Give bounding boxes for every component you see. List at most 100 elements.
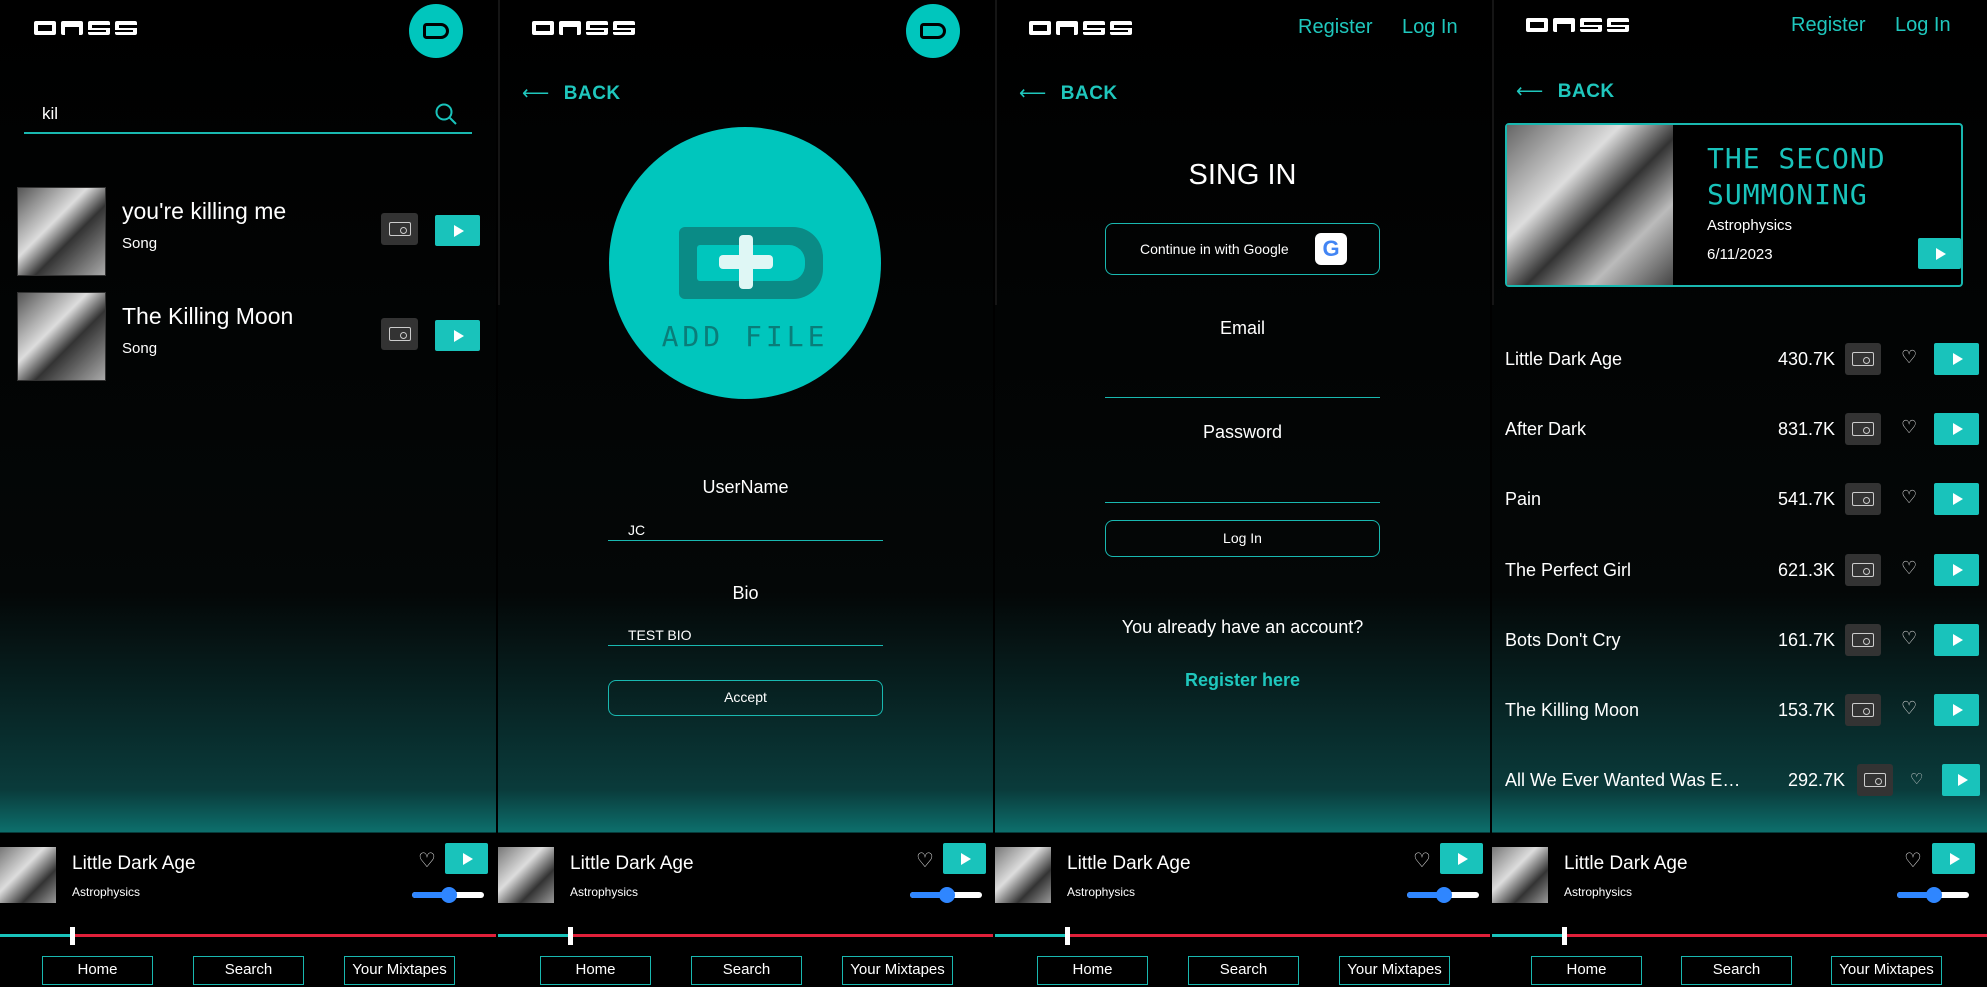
play-button[interactable]	[435, 320, 480, 351]
heart-icon[interactable]: ♡	[1910, 770, 1923, 788]
play-button[interactable]	[1934, 413, 1979, 445]
track-row[interactable]: After Dark 831.7K ♡	[1505, 409, 1985, 449]
track-row[interactable]: All We Ever Wanted Was Ev··· 292.7K ♡	[1505, 760, 1985, 800]
nav-mixtapes[interactable]: Your Mixtapes	[1831, 956, 1942, 985]
play-pause-button[interactable]	[1932, 843, 1975, 874]
progress-bar[interactable]	[498, 927, 993, 945]
search-input[interactable]	[42, 104, 402, 124]
nav-mixtapes[interactable]: Your Mixtapes	[344, 956, 455, 985]
play-button[interactable]	[1934, 343, 1979, 375]
add-to-mixtape-button[interactable]	[1845, 554, 1881, 586]
nav-search[interactable]: Search	[193, 956, 304, 985]
heart-icon[interactable]: ♡	[1901, 347, 1917, 368]
add-to-mixtape-button[interactable]	[1845, 483, 1881, 515]
play-pause-button[interactable]	[1440, 843, 1483, 874]
progress-bar[interactable]	[1492, 927, 1987, 945]
track-row[interactable]: The Killing Moon 153.7K ♡	[1505, 690, 1985, 730]
heart-icon[interactable]: ♡	[1901, 487, 1917, 508]
login-link[interactable]: Log In	[1895, 14, 1951, 37]
play-button[interactable]	[1942, 764, 1980, 796]
volume-slider[interactable]	[1407, 887, 1479, 903]
dass-logo[interactable]	[532, 18, 636, 38]
add-to-mixtape-button[interactable]	[1857, 764, 1893, 796]
search-bar[interactable]	[24, 98, 472, 134]
heart-icon[interactable]: ♡	[1413, 848, 1431, 873]
nav-home[interactable]: Home	[1531, 956, 1642, 985]
register-link[interactable]: Register	[1791, 14, 1865, 37]
profile-icon	[423, 23, 449, 39]
search-icon[interactable]	[434, 102, 458, 126]
heart-icon[interactable]: ♡	[1901, 698, 1917, 719]
nav-home[interactable]: Home	[42, 956, 153, 985]
google-signin-button[interactable]: Continue in with Google G	[1105, 223, 1380, 275]
bio-field[interactable]: TEST BIO	[628, 627, 692, 643]
now-playing-title: Little Dark Age	[1564, 853, 1688, 874]
search-result[interactable]: The Killing Moon Song	[17, 292, 487, 384]
add-to-mixtape-button[interactable]	[381, 318, 418, 350]
cassette-icon	[1852, 492, 1874, 506]
login-button[interactable]: Log In	[1105, 520, 1380, 557]
heart-icon[interactable]: ♡	[418, 848, 436, 873]
heart-icon[interactable]: ♡	[916, 848, 934, 873]
add-file-button[interactable]: ADD FILE	[609, 127, 881, 399]
register-here-link[interactable]: Register here	[1105, 670, 1380, 691]
register-link[interactable]: Register	[1298, 16, 1372, 39]
play-button[interactable]	[1934, 624, 1979, 656]
nav-mixtapes[interactable]: Your Mixtapes	[842, 956, 953, 985]
add-to-mixtape-button[interactable]	[1845, 343, 1881, 375]
nav-search[interactable]: Search	[691, 956, 802, 985]
dass-logo[interactable]	[34, 18, 138, 38]
play-button[interactable]	[435, 215, 480, 246]
track-row[interactable]: The Perfect Girl 621.3K ♡	[1505, 550, 1985, 590]
volume-slider[interactable]	[1897, 887, 1969, 903]
password-field[interactable]	[1105, 465, 1380, 503]
album-title: THE SECOND SUMMONING	[1707, 142, 1886, 211]
bio-label: Bio	[732, 583, 759, 603]
add-to-mixtape-button[interactable]	[381, 213, 418, 245]
play-button[interactable]	[1934, 554, 1979, 586]
nav-mixtapes[interactable]: Your Mixtapes	[1339, 956, 1450, 985]
nav-search[interactable]: Search	[1188, 956, 1299, 985]
accept-button[interactable]: Accept	[608, 680, 883, 716]
volume-slider[interactable]	[412, 887, 484, 903]
profile-button[interactable]	[906, 4, 960, 58]
track-name: Bots Don't Cry	[1505, 630, 1621, 650]
progress-bar[interactable]	[0, 927, 496, 945]
nav-home[interactable]: Home	[1037, 956, 1148, 985]
heart-icon[interactable]: ♡	[1901, 417, 1917, 438]
now-playing-artist: Astrophysics	[570, 885, 639, 899]
add-to-mixtape-button[interactable]	[1845, 413, 1881, 445]
add-to-mixtape-button[interactable]	[1845, 694, 1881, 726]
progress-bar[interactable]	[995, 927, 1490, 945]
username-field[interactable]: JC	[628, 522, 645, 538]
back-button[interactable]: ⟵ BACK	[522, 82, 621, 105]
play-button[interactable]	[1934, 694, 1979, 726]
album-artist[interactable]: Astrophysics	[1707, 217, 1792, 234]
heart-icon[interactable]: ♡	[1901, 558, 1917, 579]
player-bar: Little Dark Age Astrophysics ♡ Home Sear…	[0, 843, 496, 987]
back-label: BACK	[563, 83, 621, 104]
play-pause-button[interactable]	[943, 843, 986, 874]
nav-search[interactable]: Search	[1681, 956, 1792, 985]
track-row[interactable]: Bots Don't Cry 161.7K ♡	[1505, 620, 1985, 660]
track-plays: 541.7K	[1777, 489, 1835, 509]
back-button[interactable]: ⟵ BACK	[1516, 80, 1615, 103]
email-field[interactable]	[1105, 360, 1380, 398]
volume-slider[interactable]	[910, 887, 982, 903]
play-pause-button[interactable]	[445, 843, 488, 874]
back-button[interactable]: ⟵ BACK	[1019, 82, 1118, 105]
play-button[interactable]	[1934, 483, 1979, 515]
nav-home[interactable]: Home	[540, 956, 651, 985]
dass-logo[interactable]	[1029, 18, 1133, 38]
dass-logo[interactable]	[1526, 15, 1630, 35]
login-link[interactable]: Log In	[1402, 16, 1458, 39]
track-row[interactable]: Pain 541.7K ♡	[1505, 479, 1985, 519]
play-album-button[interactable]	[1918, 238, 1961, 269]
add-to-mixtape-button[interactable]	[1845, 624, 1881, 656]
track-row[interactable]: Little Dark Age 430.7K ♡	[1505, 339, 1985, 379]
cassette-icon	[1864, 773, 1886, 787]
search-result[interactable]: you're killing me Song	[17, 187, 487, 279]
heart-icon[interactable]: ♡	[1901, 628, 1917, 649]
profile-button[interactable]	[409, 4, 463, 58]
heart-icon[interactable]: ♡	[1904, 848, 1922, 873]
